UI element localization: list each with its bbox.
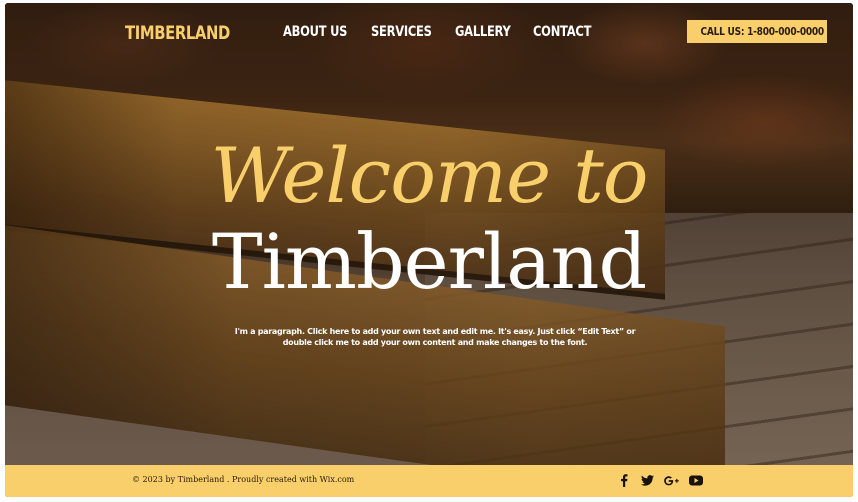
call-us-button-label: CALL US: 1-800-000-0000 xyxy=(700,25,825,38)
hero-paragraph: I'm a paragraph. Click here to add your … xyxy=(234,327,636,347)
nav-item-services[interactable]: SERVICES xyxy=(371,24,432,40)
youtube-icon[interactable] xyxy=(688,473,703,488)
call-us-button[interactable]: CALL US: 1-800-000-0000 xyxy=(687,20,827,43)
main-nav: ABOUT US SERVICES GALLERY CONTACT xyxy=(283,24,592,40)
facebook-icon[interactable] xyxy=(616,473,631,488)
social-links xyxy=(616,473,703,488)
nav-item-about-us[interactable]: ABOUT US xyxy=(283,24,347,40)
twitter-icon[interactable] xyxy=(640,473,655,488)
site-logo[interactable]: TIMBERLAND xyxy=(125,22,230,44)
hero-welcome-heading: Welcome to xyxy=(210,131,648,220)
google-plus-icon[interactable] xyxy=(664,473,679,488)
hero-title: Timberland xyxy=(211,217,647,306)
nav-item-contact[interactable]: CONTACT xyxy=(533,24,591,40)
footer: © 2023 by Timberland . Proudly created w… xyxy=(5,465,853,497)
nav-item-gallery[interactable]: GALLERY xyxy=(455,24,511,40)
footer-copyright: © 2023 by Timberland . Proudly created w… xyxy=(132,475,355,484)
